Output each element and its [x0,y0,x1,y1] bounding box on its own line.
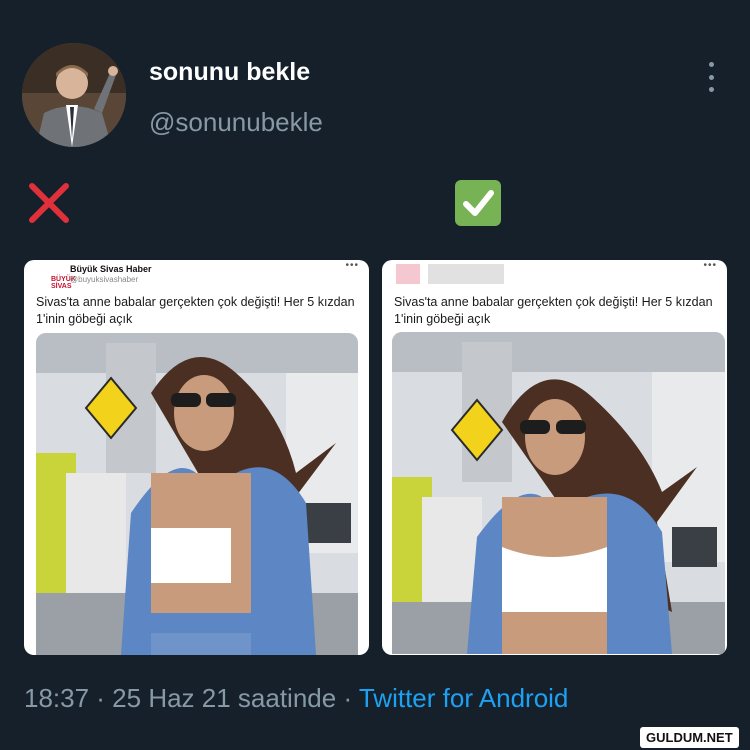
avatar-photo [22,43,126,147]
card-menu-icon: ••• [703,260,717,271]
blurred-account-name [428,264,504,284]
tweet-timestamp[interactable]: 18:37 · 25 Haz 21 saatinde [24,683,336,713]
tweet-meta: 18:37 · 25 Haz 21 saatinde · Twitter for… [24,683,568,714]
profile-avatar[interactable] [22,43,126,147]
card-menu-icon: ••• [345,260,359,271]
cross-mark-icon [29,183,69,223]
correct-example-card: ••• Sivas'ta anne babalar gerçekten çok … [382,260,727,655]
check-mark-icon [455,180,501,226]
original-photo [392,332,725,654]
display-name[interactable]: sonunu bekle [149,58,310,87]
site-watermark: GULDUM.NET [640,727,739,748]
card-account-name: Büyük Sivas Haber [70,264,152,274]
card-tweet-text: Sivas'ta anne babalar gerçekten çok deği… [36,295,355,326]
user-handle[interactable]: @sonunubekle [149,107,323,138]
card-tweet-text: Sivas'ta anne babalar gerçekten çok deği… [394,295,713,326]
card-account-handle: @buyuksivashaber [70,275,139,284]
pixelated-photo [36,333,358,655]
blurred-avatar [396,264,420,284]
wrong-example-card: BÜYÜK SİVAS Büyük Sivas Haber @buyuksiva… [24,260,369,655]
meta-separator: · [336,683,359,713]
news-logo: BÜYÜK SİVAS [36,266,76,290]
more-options-icon[interactable] [700,62,722,92]
tweet-source-link[interactable]: Twitter for Android [359,683,569,713]
